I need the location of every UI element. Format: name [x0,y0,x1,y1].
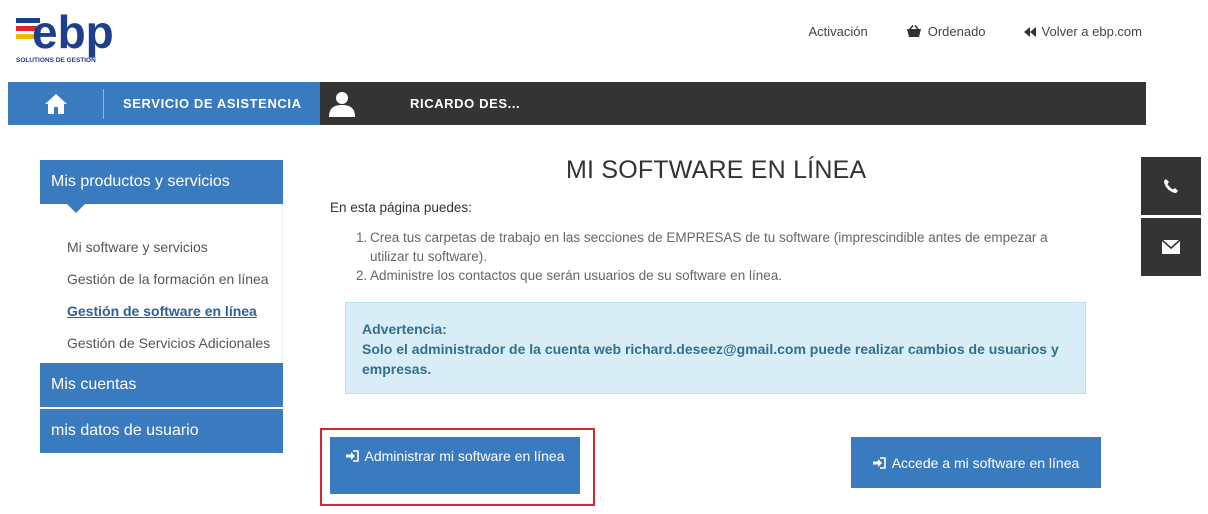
step-text: Crea tus carpetas de trabajo en las secc… [370,230,1048,264]
top-link-ordenado[interactable]: Ordenado [906,24,986,39]
navbar-user-section: RICARDO DES... [320,82,1146,125]
warning-alert: Advertencia: Solo el administrador de la… [345,302,1086,394]
step-text: Administre los contactos que serán usuar… [370,268,782,283]
submenu-item-software-servicios[interactable]: Mi software y servicios [67,234,282,266]
steps-list: 1. Crea tus carpetas de trabajo en las s… [356,228,1086,285]
sidebar: Mis productos y servicios Mi software y … [40,160,283,455]
top-link-label: Volver a ebp.com [1041,24,1142,39]
active-arrow [67,204,85,213]
user-icon[interactable] [328,90,356,118]
top-link-activacion[interactable]: Activación [808,24,867,39]
top-link-label: Activación [808,24,868,39]
phone-icon [1164,179,1178,193]
step-number: 1. [356,230,368,245]
sign-in-icon [872,456,886,469]
submenu-item-formacion[interactable]: Gestión de la formación en línea [67,266,282,298]
navbar-service-section: SERVICIO DE ASISTENCIA [8,82,320,125]
top-link-label: Ordenado [927,24,986,39]
intro-text: En esta página puedes: [330,200,472,215]
page-title: MI SOFTWARE EN LÍNEA [566,156,867,184]
ebp-logo[interactable]: ebp SOLUTIONS DE GESTION [14,6,154,66]
step-number: 2. [356,268,368,283]
sidebar-item-cuentas[interactable]: Mis cuentas [40,363,283,407]
ebp-logo-graphic: ebp SOLUTIONS DE GESTION [16,6,114,64]
submenu-item-gestion-software[interactable]: Gestión de software en línea [67,298,282,330]
top-links: Activación Ordenado Volver a ebp.com [770,24,1142,39]
main-navbar: SERVICIO DE ASISTENCIA RICARDO DES... [8,82,1146,125]
sign-in-icon [345,450,359,462]
sidebar-item-products[interactable]: Mis productos y servicios [40,160,283,213]
nav-service-link[interactable]: SERVICIO DE ASISTENCIA [123,96,302,111]
double-chevron-left-icon [1023,26,1036,37]
administrar-software-button[interactable]: Administrar mi software en línea [330,437,580,494]
acceder-software-button[interactable]: Accede a mi software en línea [851,437,1101,488]
nav-user-name[interactable]: RICARDO DES... [410,96,520,111]
logo-text: ebp [32,6,114,58]
list-item: 2. Administre los contactos que serán us… [356,266,1086,285]
sidebar-item-datos-usuario[interactable]: mis datos de usuario [40,409,283,453]
sidebar-item-label: Mis productos y servicios [51,173,230,190]
list-item: 1. Crea tus carpetas de trabajo en las s… [356,228,1086,266]
mail-contact-button[interactable] [1141,218,1201,276]
sidebar-submenu: Mi software y servicios Gestión de la fo… [40,204,283,363]
phone-contact-button[interactable] [1141,157,1201,215]
submenu-item-servicios-adicionales[interactable]: Gestión de Servicios Adicionales [67,330,282,362]
mail-icon [1162,240,1180,254]
home-icon [44,93,67,114]
alert-title: Advertencia: [362,321,447,337]
button-label: Accede a mi software en línea [891,454,1080,471]
logo-tagline: SOLUTIONS DE GESTION [16,57,96,64]
alert-text: Solo el administrador de la cuenta web r… [362,341,1059,377]
basket-icon [906,25,921,37]
top-link-volver[interactable]: Volver a ebp.com [1023,24,1142,39]
button-label: Administrar mi software en línea [364,448,565,464]
home-button[interactable] [8,88,104,119]
